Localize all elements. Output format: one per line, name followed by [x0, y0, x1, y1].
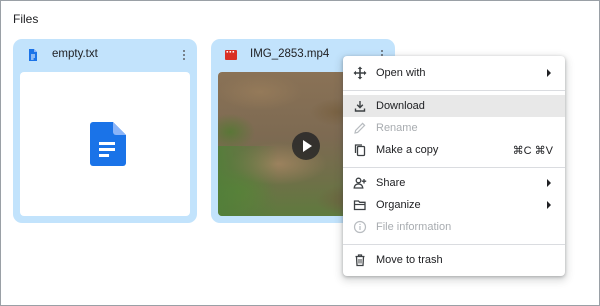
menu-item-label: Download — [376, 100, 425, 112]
doc-preview-icon — [90, 122, 126, 166]
menu-item-file-information[interactable]: File information — [343, 216, 565, 238]
file-name: empty.txt — [52, 48, 98, 60]
play-icon[interactable] — [292, 132, 320, 160]
folder-open-icon — [353, 200, 366, 211]
menu-item-download[interactable]: Download — [343, 95, 565, 117]
doc-icon — [29, 49, 37, 61]
menu-divider — [343, 244, 565, 245]
section-title: Files — [13, 12, 39, 26]
move-icon — [353, 66, 367, 80]
menu-divider — [343, 167, 565, 168]
thumbnail-grass-shade — [218, 146, 278, 216]
submenu-arrow-icon — [547, 179, 551, 187]
submenu-arrow-icon — [547, 201, 551, 209]
pencil-icon — [354, 122, 366, 134]
menu-item-open-with[interactable]: Open with — [343, 62, 565, 84]
file-card-header: empty.txt — [13, 39, 197, 71]
download-icon — [354, 101, 366, 112]
video-icon — [225, 50, 237, 60]
files-window: Files empty.txt IMG_2853.mp4 Open with D… — [0, 0, 600, 306]
person-add-icon — [353, 177, 367, 189]
menu-item-label: Move to trash — [376, 254, 443, 266]
menu-item-share[interactable]: Share — [343, 172, 565, 194]
menu-item-label: Open with — [376, 67, 426, 79]
context-menu: Open with Download Rename Make a copy ⌘C… — [343, 56, 565, 276]
shortcut-hint: ⌘C ⌘V — [512, 145, 553, 157]
file-preview[interactable] — [20, 72, 190, 216]
submenu-arrow-icon — [547, 69, 551, 77]
copy-icon — [354, 144, 366, 157]
menu-item-label: Organize — [376, 199, 421, 211]
menu-item-label: Share — [376, 177, 406, 189]
menu-item-make-a-copy[interactable]: Make a copy ⌘C ⌘V — [343, 139, 565, 161]
info-icon — [353, 220, 367, 234]
menu-item-rename[interactable]: Rename — [343, 117, 565, 139]
menu-item-label: Rename — [376, 122, 418, 134]
menu-item-organize[interactable]: Organize — [343, 194, 565, 216]
menu-item-label: Make a copy — [376, 144, 439, 156]
menu-divider — [343, 90, 565, 91]
menu-item-label: File information — [376, 221, 452, 233]
file-card-empty-txt[interactable]: empty.txt — [13, 39, 197, 223]
more-options-icon[interactable] — [180, 48, 188, 62]
trash-icon — [355, 254, 365, 267]
menu-item-move-to-trash[interactable]: Move to trash — [343, 249, 565, 271]
file-name: IMG_2853.mp4 — [250, 48, 330, 60]
